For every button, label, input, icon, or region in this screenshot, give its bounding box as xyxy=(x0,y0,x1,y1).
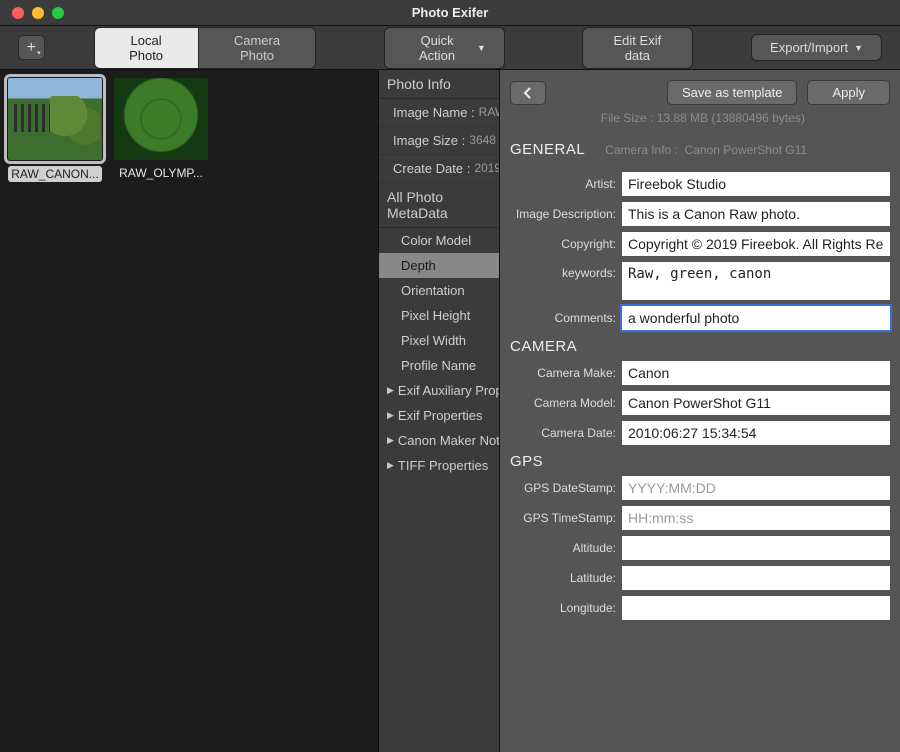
comments-input[interactable] xyxy=(622,306,890,330)
meta-item-orientation[interactable]: Orientation xyxy=(379,278,499,303)
app-title: Photo Exifer xyxy=(0,5,900,20)
camera-model-label: Camera Model: xyxy=(510,396,616,410)
meta-item-pixel-height[interactable]: Pixel Height xyxy=(379,303,499,328)
source-segmented-control: Local Photo Camera Photo xyxy=(94,27,317,69)
altitude-input[interactable] xyxy=(622,536,890,560)
disclosure-icon: ▶ xyxy=(387,435,394,446)
keywords-label: keywords: xyxy=(510,262,616,280)
detail-panel: Save as template Apply File Size : 13.88… xyxy=(500,70,900,752)
gps-timestamp-label: GPS TimeStamp: xyxy=(510,511,616,525)
tab-local-photo[interactable]: Local Photo xyxy=(95,28,199,68)
back-button[interactable] xyxy=(510,81,546,105)
save-as-template-button[interactable]: Save as template xyxy=(667,80,797,105)
photo-info-create-date: Create Date : 2019-07-26 02:37:3 xyxy=(379,155,499,183)
camera-make-label: Camera Make: xyxy=(510,366,616,380)
thumbnail-item[interactable]: RAW_OLYMP... xyxy=(114,78,208,744)
main-area: RAW_CANON... RAW_OLYMP... Photo Info Ima… xyxy=(0,70,900,752)
camera-date-input[interactable] xyxy=(622,421,890,445)
meta-group-exif[interactable]: ▶Exif Properties xyxy=(379,403,499,428)
meta-item-profile-name[interactable]: Profile Name xyxy=(379,353,499,378)
photo-info-image-name: Image Name : RAW_CANON_POWERSH xyxy=(379,99,499,127)
artist-input[interactable] xyxy=(622,172,890,196)
copyright-label: Copyright: xyxy=(510,237,616,251)
keywords-input[interactable] xyxy=(622,262,890,300)
export-import-button[interactable]: Export/Import ▼ xyxy=(751,34,882,61)
photo-info-header: Photo Info xyxy=(379,70,499,99)
longitude-input[interactable] xyxy=(622,596,890,620)
gps-timestamp-input[interactable] xyxy=(622,506,890,530)
meta-group-tiff[interactable]: ▶TIFF Properties xyxy=(379,453,499,478)
copyright-input[interactable] xyxy=(622,232,890,256)
thumbnail-item[interactable]: RAW_CANON... xyxy=(8,78,102,744)
longitude-label: Longitude: xyxy=(510,601,616,615)
toolbar: + ▾ Local Photo Camera Photo Quick Actio… xyxy=(0,26,900,70)
artist-label: Artist: xyxy=(510,177,616,191)
metadata-panel: Photo Info Image Name : RAW_CANON_POWERS… xyxy=(378,70,500,752)
quick-action-label: Quick Action xyxy=(403,33,471,63)
quick-action-button[interactable]: Quick Action ▼ xyxy=(384,27,504,69)
edit-exif-button[interactable]: Edit Exif data xyxy=(582,27,692,69)
file-size-info: File Size : 13.88 MB (13880496 bytes) xyxy=(514,111,890,125)
latitude-input[interactable] xyxy=(622,566,890,590)
meta-group-exif-aux[interactable]: ▶Exif Auxiliary Properties xyxy=(379,378,499,403)
section-general: GENERAL xyxy=(510,141,585,158)
altitude-label: Altitude: xyxy=(510,541,616,555)
comments-label: Comments: xyxy=(510,311,616,325)
all-meta-header: All Photo MetaData xyxy=(379,183,499,228)
section-gps: GPS xyxy=(510,453,890,470)
camera-make-input[interactable] xyxy=(622,361,890,385)
thumbnail-image[interactable] xyxy=(114,78,208,160)
section-camera: CAMERA xyxy=(510,338,890,355)
plus-icon: + xyxy=(27,40,36,56)
chevron-left-icon xyxy=(522,87,534,99)
export-import-label: Export/Import xyxy=(770,40,848,55)
disclosure-icon: ▶ xyxy=(387,385,394,396)
photo-info-image-size: Image Size : 3648 xyxy=(379,127,499,155)
disclosure-icon: ▶ xyxy=(387,410,394,421)
meta-item-pixel-width[interactable]: Pixel Width xyxy=(379,328,499,353)
gps-datestamp-input[interactable] xyxy=(622,476,890,500)
thumbnail-grid: RAW_CANON... RAW_OLYMP... xyxy=(0,70,378,752)
image-description-input[interactable] xyxy=(622,202,890,226)
disclosure-icon: ▶ xyxy=(387,460,394,471)
gps-datestamp-label: GPS DateStamp: xyxy=(510,481,616,495)
meta-item-color-model[interactable]: Color Model xyxy=(379,228,499,253)
tab-camera-photo[interactable]: Camera Photo xyxy=(199,28,316,68)
meta-group-canon-maker[interactable]: ▶Canon Maker Notes xyxy=(379,428,499,453)
thumbnail-image[interactable] xyxy=(8,78,102,160)
image-description-label: Image Description: xyxy=(510,207,616,221)
camera-model-input[interactable] xyxy=(622,391,890,415)
titlebar: Photo Exifer xyxy=(0,0,900,26)
triangle-down-icon: ▼ xyxy=(854,43,863,53)
triangle-down-icon: ▼ xyxy=(477,43,486,53)
thumbnail-label: RAW_OLYMP... xyxy=(114,166,208,180)
meta-item-depth[interactable]: Depth xyxy=(379,253,499,278)
latitude-label: Latitude: xyxy=(510,571,616,585)
apply-button[interactable]: Apply xyxy=(807,80,890,105)
camera-date-label: Camera Date: xyxy=(510,426,616,440)
caret-down-icon: ▾ xyxy=(37,49,41,57)
camera-info-line: Camera Info : Canon PowerShot G11 xyxy=(605,143,807,157)
thumbnail-label: RAW_CANON... xyxy=(8,166,102,182)
add-button[interactable]: + ▾ xyxy=(18,35,45,60)
